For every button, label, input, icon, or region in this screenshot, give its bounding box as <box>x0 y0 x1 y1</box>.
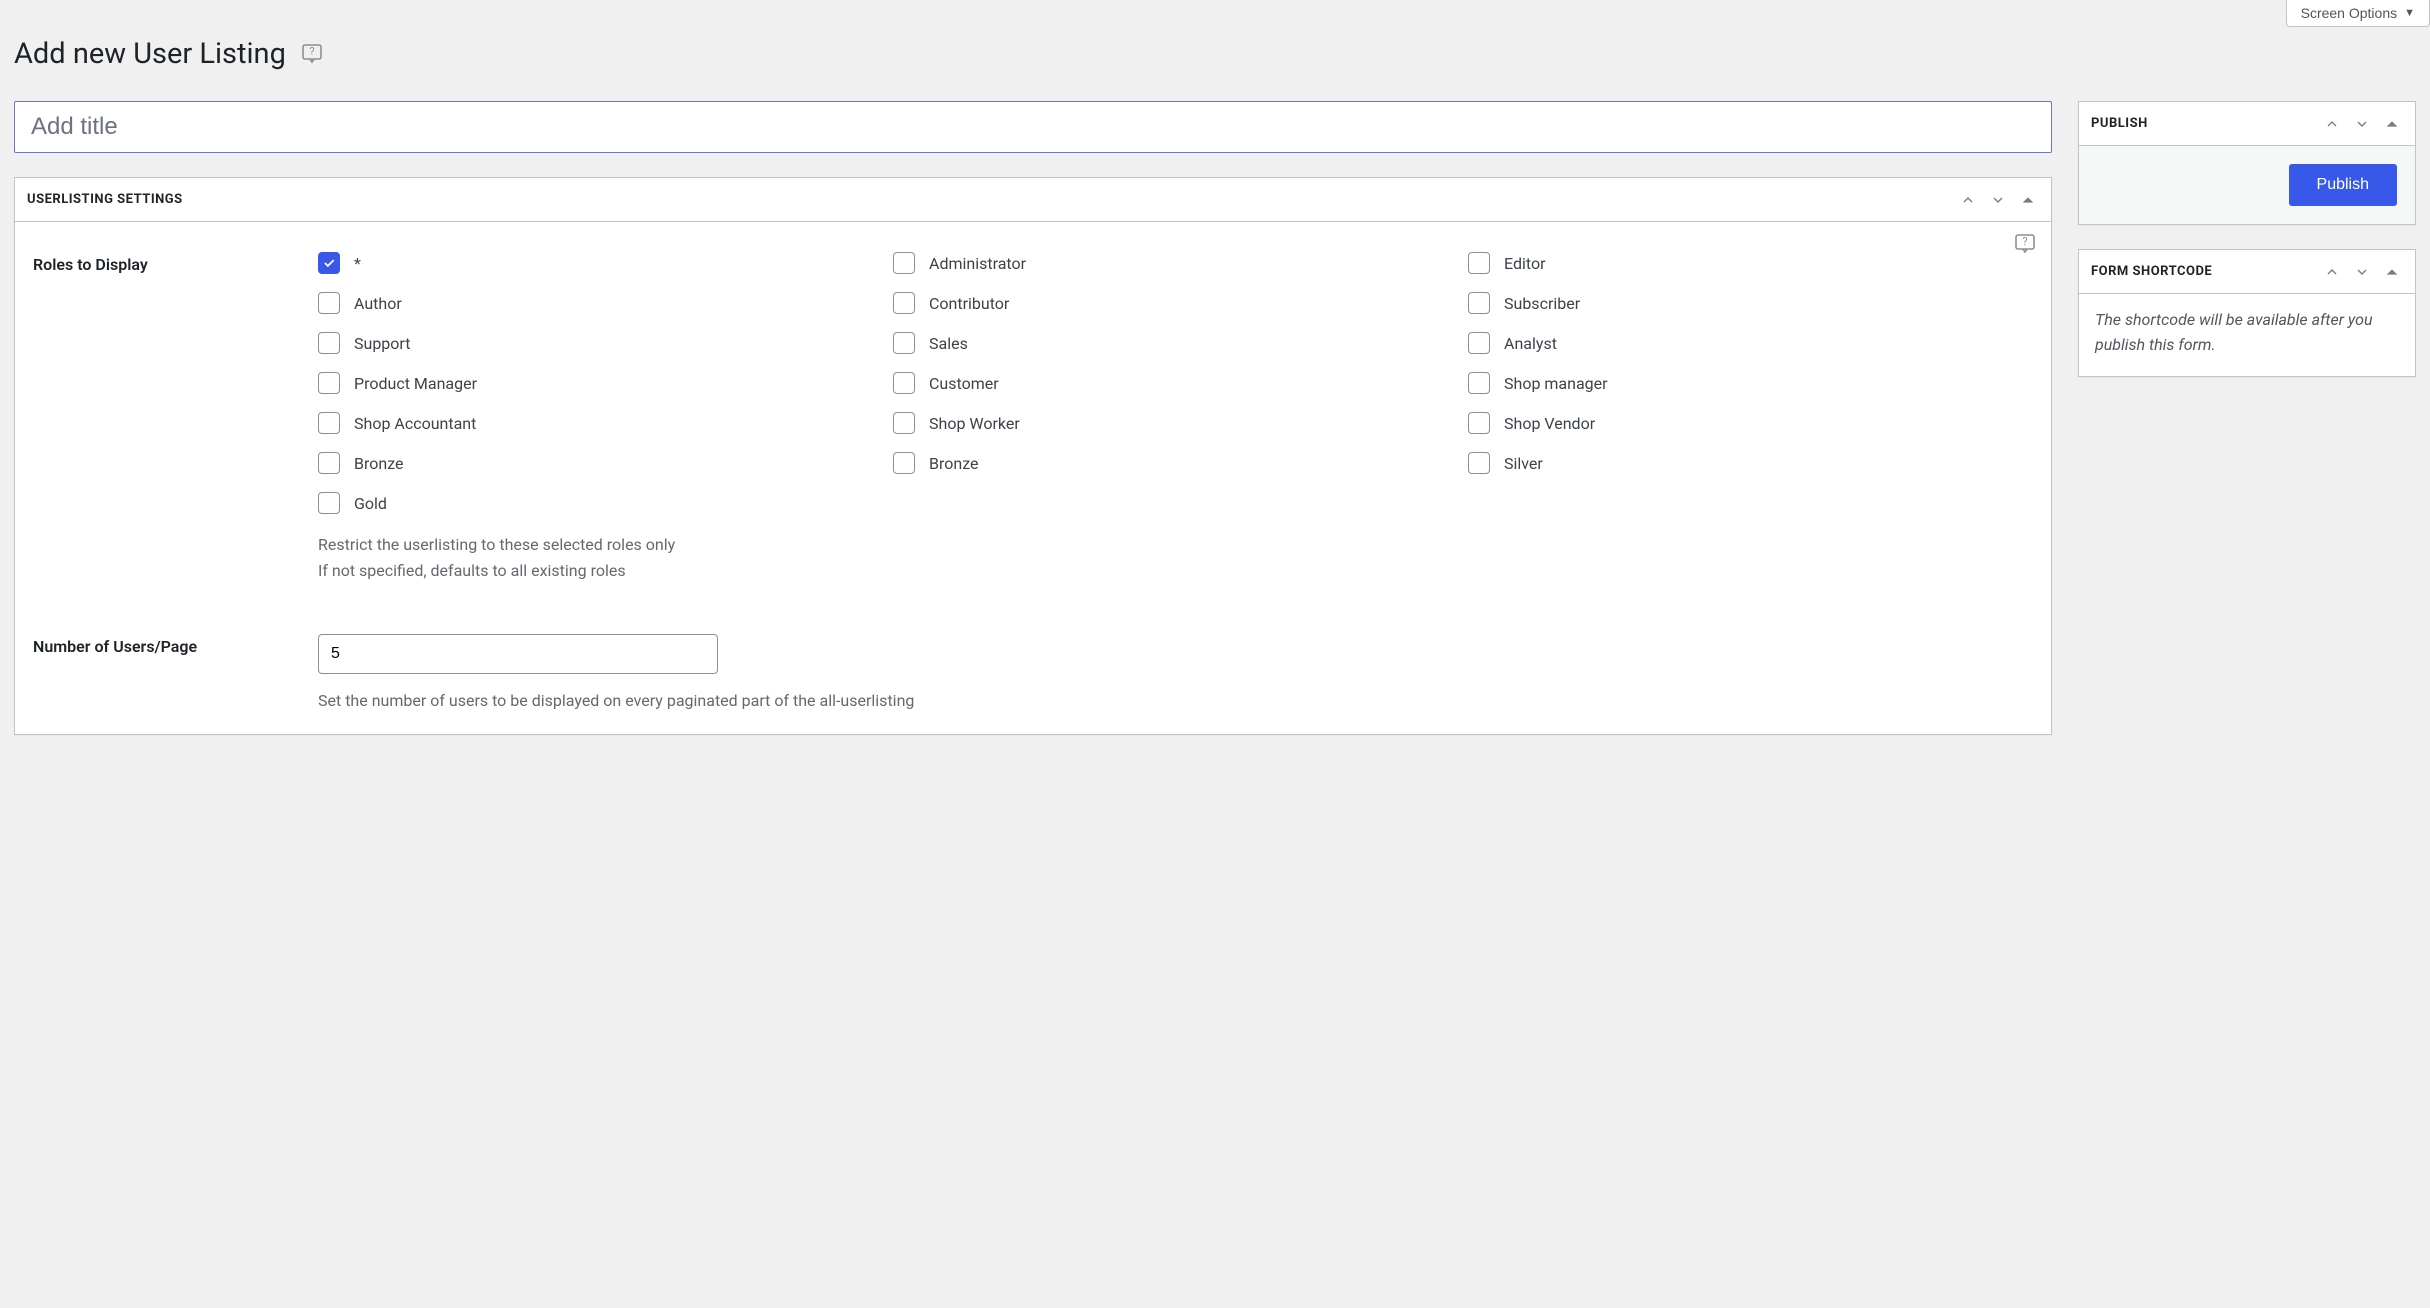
role-checkbox-item[interactable]: Sales <box>893 332 1458 354</box>
checkbox-icon[interactable] <box>318 452 340 474</box>
users-per-page-help: Set the number of users to be displayed … <box>318 688 2033 714</box>
publish-box: PUBLISH Publish <box>2078 101 2416 225</box>
checkbox-icon[interactable] <box>1468 332 1490 354</box>
screen-options-button[interactable]: Screen Options ▼ <box>2286 0 2430 27</box>
shortcode-box-title: FORM SHORTCODE <box>2091 264 2212 279</box>
role-label: Customer <box>929 374 999 393</box>
role-label: Contributor <box>929 294 1009 313</box>
screen-options-label: Screen Options <box>2301 5 2398 21</box>
checkbox-icon[interactable] <box>1468 252 1490 274</box>
checkbox-icon[interactable] <box>893 332 915 354</box>
move-up-icon[interactable] <box>2321 261 2343 283</box>
move-up-icon[interactable] <box>1957 189 1979 211</box>
role-label: Shop Worker <box>929 414 1020 433</box>
roles-help-2: If not specified, defaults to all existi… <box>318 558 2033 584</box>
checkbox-icon[interactable] <box>1468 412 1490 434</box>
role-checkbox-item[interactable]: Gold <box>318 492 883 514</box>
role-checkbox-item[interactable]: Silver <box>1468 452 2033 474</box>
role-checkbox-item[interactable]: Administrator <box>893 252 1458 274</box>
role-checkbox-item[interactable]: Editor <box>1468 252 2033 274</box>
move-down-icon[interactable] <box>2351 113 2373 135</box>
checkbox-icon[interactable] <box>893 412 915 434</box>
role-checkbox-item[interactable]: Shop Vendor <box>1468 412 2033 434</box>
role-label: Bronze <box>354 454 404 473</box>
role-checkbox-item[interactable]: Analyst <box>1468 332 2033 354</box>
role-label: Silver <box>1504 454 1543 473</box>
form-shortcode-box: FORM SHORTCODE The shortcode will be ava… <box>2078 249 2416 377</box>
toggle-panel-icon[interactable] <box>2017 189 2039 211</box>
checkbox-icon[interactable] <box>893 292 915 314</box>
checkbox-icon[interactable] <box>1468 292 1490 314</box>
role-checkbox-item[interactable]: Author <box>318 292 883 314</box>
role-label: Author <box>354 294 402 313</box>
page-title: Add new User Listing <box>14 37 286 71</box>
checkbox-icon[interactable] <box>893 372 915 394</box>
checkbox-icon[interactable] <box>318 252 340 274</box>
role-checkbox-item[interactable]: Product Manager <box>318 372 883 394</box>
chevron-down-icon: ▼ <box>2404 7 2415 19</box>
settings-box-title: USERLISTING SETTINGS <box>27 192 183 207</box>
checkbox-icon[interactable] <box>318 372 340 394</box>
checkbox-icon[interactable] <box>318 492 340 514</box>
role-checkbox-item[interactable]: Support <box>318 332 883 354</box>
userlisting-settings-box: USERLISTING SETTINGS <box>14 177 2052 735</box>
role-label: Administrator <box>929 254 1026 273</box>
role-label: * <box>354 254 361 273</box>
toggle-panel-icon[interactable] <box>2381 113 2403 135</box>
move-up-icon[interactable] <box>2321 113 2343 135</box>
checkbox-icon[interactable] <box>893 452 915 474</box>
role-label: Analyst <box>1504 334 1557 353</box>
role-label: Bronze <box>929 454 979 473</box>
role-label: Subscriber <box>1504 294 1580 313</box>
svg-text:?: ? <box>309 45 314 58</box>
role-checkbox-item[interactable]: * <box>318 252 883 274</box>
users-per-page-label: Number of Users/Page <box>33 634 318 656</box>
publish-box-title: PUBLISH <box>2091 116 2148 131</box>
role-checkbox-item[interactable]: Bronze <box>893 452 1458 474</box>
checkbox-icon[interactable] <box>318 292 340 314</box>
roles-label: Roles to Display <box>33 252 318 274</box>
role-label: Product Manager <box>354 374 477 393</box>
shortcode-message: The shortcode will be available after yo… <box>2079 294 2415 376</box>
role-checkbox-item[interactable]: Shop Accountant <box>318 412 883 434</box>
checkbox-icon[interactable] <box>1468 452 1490 474</box>
checkbox-icon[interactable] <box>893 252 915 274</box>
help-icon[interactable]: ? <box>300 42 324 66</box>
role-checkbox-item[interactable]: Contributor <box>893 292 1458 314</box>
role-label: Gold <box>354 494 387 513</box>
role-label: Sales <box>929 334 968 353</box>
role-label: Support <box>354 334 410 353</box>
toggle-panel-icon[interactable] <box>2381 261 2403 283</box>
users-per-page-input[interactable] <box>318 634 718 674</box>
role-checkbox-item[interactable]: Customer <box>893 372 1458 394</box>
role-label: Shop manager <box>1504 374 1608 393</box>
roles-help-1: Restrict the userlisting to these select… <box>318 532 2033 558</box>
role-checkbox-item[interactable]: Shop Worker <box>893 412 1458 434</box>
publish-button[interactable]: Publish <box>2289 164 2397 206</box>
help-icon[interactable]: ? <box>2013 232 2037 260</box>
checkbox-icon[interactable] <box>318 412 340 434</box>
role-label: Shop Vendor <box>1504 414 1595 433</box>
role-label: Editor <box>1504 254 1545 273</box>
svg-text:?: ? <box>2022 235 2027 248</box>
checkbox-icon[interactable] <box>1468 372 1490 394</box>
checkbox-icon[interactable] <box>318 332 340 354</box>
move-down-icon[interactable] <box>1987 189 2009 211</box>
role-checkbox-item[interactable]: Shop manager <box>1468 372 2033 394</box>
move-down-icon[interactable] <box>2351 261 2373 283</box>
role-checkbox-item[interactable]: Bronze <box>318 452 883 474</box>
role-label: Shop Accountant <box>354 414 476 433</box>
role-checkbox-item[interactable]: Subscriber <box>1468 292 2033 314</box>
title-input[interactable] <box>15 102 2051 152</box>
